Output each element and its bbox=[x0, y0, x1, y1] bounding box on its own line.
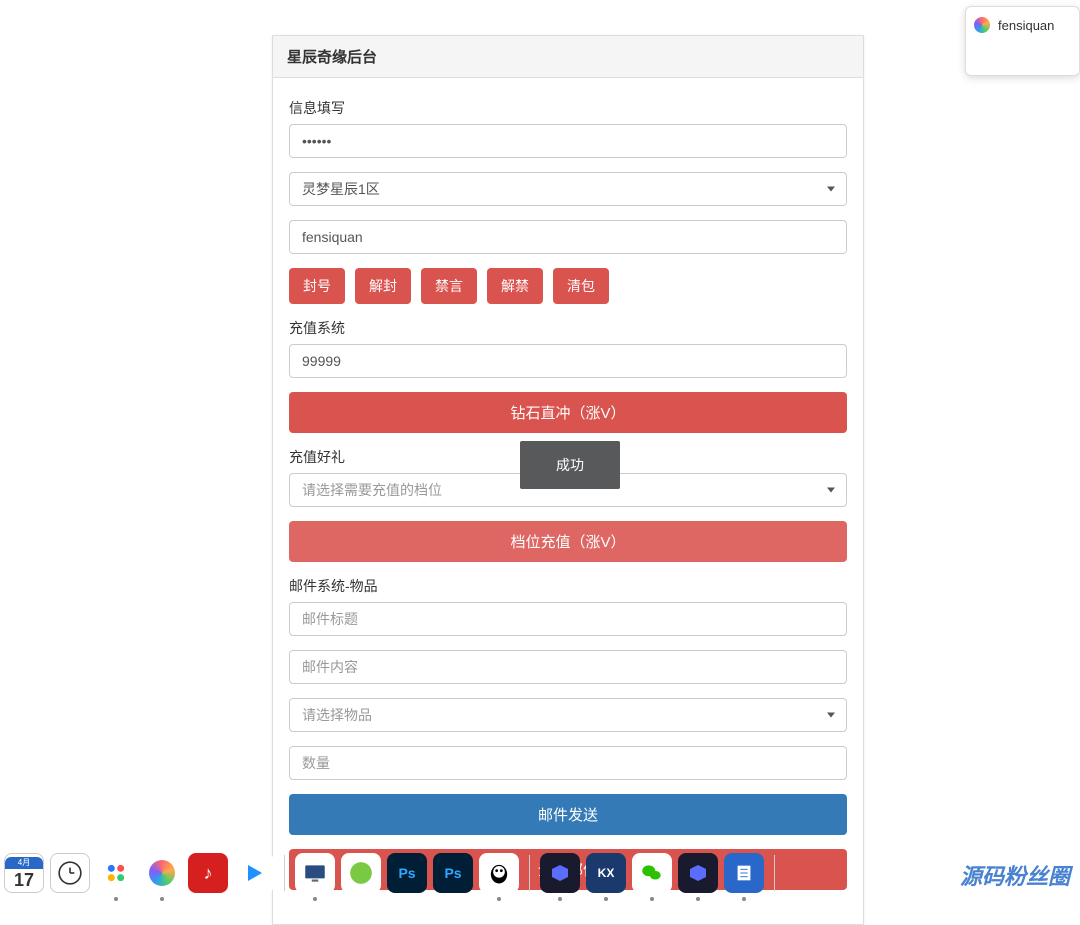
photoshop-icon[interactable]: Ps bbox=[387, 853, 427, 893]
action-button-row: 封号 解封 禁言 解禁 清包 bbox=[289, 268, 847, 304]
qq-icon[interactable] bbox=[479, 853, 519, 893]
clock-icon[interactable] bbox=[50, 853, 90, 893]
video-app-icon[interactable] bbox=[234, 853, 274, 893]
unmute-button[interactable]: 解禁 bbox=[487, 268, 543, 304]
browser-icon bbox=[974, 17, 990, 33]
password-input[interactable] bbox=[289, 124, 847, 158]
server-select[interactable]: 灵梦星辰1区 bbox=[289, 172, 847, 206]
taskbar-separator bbox=[774, 855, 775, 891]
recharge-label: 充值系统 bbox=[289, 318, 847, 338]
watermark-text: 源码粉丝圈 bbox=[960, 859, 1070, 891]
wechat-icon[interactable] bbox=[632, 853, 672, 893]
success-toast: 成功 bbox=[520, 441, 620, 489]
nox-icon[interactable] bbox=[540, 853, 580, 893]
mail-label: 邮件系统-物品 bbox=[289, 576, 847, 596]
mail-content-input[interactable] bbox=[289, 650, 847, 684]
chevron-down-icon bbox=[827, 187, 835, 192]
mail-send-button[interactable]: 邮件发送 bbox=[289, 794, 847, 835]
taskbar-separator bbox=[284, 855, 285, 891]
notification-popup[interactable]: fensiquan bbox=[965, 6, 1080, 76]
calendar-icon[interactable]: 4月 17 bbox=[4, 853, 44, 893]
baidu-netdisk-icon[interactable] bbox=[96, 853, 136, 893]
clearbag-button[interactable]: 清包 bbox=[553, 268, 609, 304]
mail-item-placeholder: 请选择物品 bbox=[289, 698, 847, 732]
unban-button[interactable]: 解封 bbox=[355, 268, 411, 304]
mail-item-select[interactable]: 请选择物品 bbox=[289, 698, 847, 732]
popup-row: fensiquan bbox=[974, 17, 1071, 33]
netease-music-icon[interactable]: ♪ bbox=[188, 853, 228, 893]
panel-body: 信息填写 灵梦星辰1区 封号 解封 禁言 解禁 清包 充值系统 钻石直冲（涨V）… bbox=[273, 78, 863, 924]
server-select-value: 灵梦星辰1区 bbox=[289, 172, 847, 206]
leaf-app-icon[interactable] bbox=[341, 853, 381, 893]
taskbar: 4月 17 ♪ Ps Ps KX bbox=[0, 849, 1080, 897]
monitor-icon[interactable] bbox=[295, 853, 335, 893]
chevron-down-icon bbox=[827, 488, 835, 493]
recharge-amount-input[interactable] bbox=[289, 344, 847, 378]
username-input[interactable] bbox=[289, 220, 847, 254]
calendar-day: 17 bbox=[14, 871, 34, 889]
chevron-down-icon bbox=[827, 713, 835, 718]
mail-title-input[interactable] bbox=[289, 602, 847, 636]
mute-button[interactable]: 禁言 bbox=[421, 268, 477, 304]
tier-recharge-button[interactable]: 档位充值（涨V） bbox=[289, 521, 847, 562]
taskbar-separator bbox=[529, 855, 530, 891]
browser-app-icon[interactable] bbox=[142, 853, 182, 893]
ban-button[interactable]: 封号 bbox=[289, 268, 345, 304]
diamond-recharge-button[interactable]: 钻石直冲（涨V） bbox=[289, 392, 847, 433]
calendar-month: 4月 bbox=[5, 857, 43, 869]
photoshop-icon-2[interactable]: Ps bbox=[433, 853, 473, 893]
popup-text: fensiquan bbox=[998, 18, 1054, 33]
kx-icon[interactable]: KX bbox=[586, 853, 626, 893]
nox-icon-2[interactable] bbox=[678, 853, 718, 893]
info-label: 信息填写 bbox=[289, 98, 847, 118]
notepad-icon[interactable] bbox=[724, 853, 764, 893]
mail-qty-input[interactable] bbox=[289, 746, 847, 780]
panel-title: 星辰奇缘后台 bbox=[273, 36, 863, 78]
